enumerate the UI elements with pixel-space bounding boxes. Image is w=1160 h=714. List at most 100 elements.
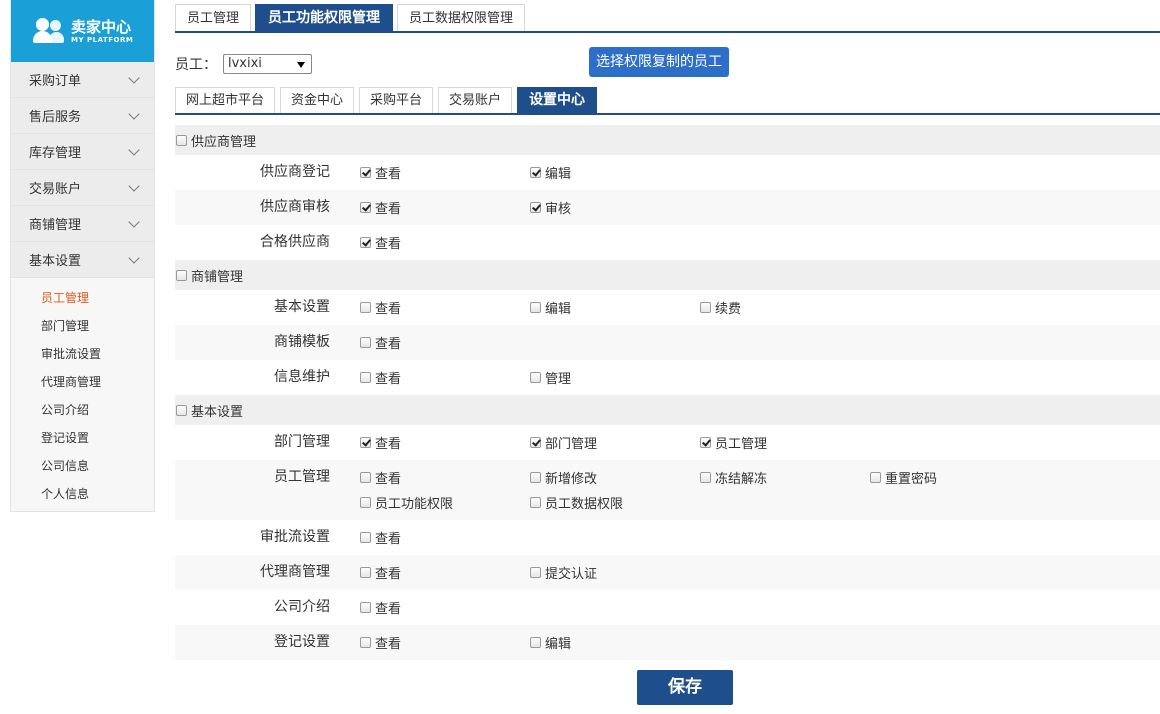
sidebar-subitem[interactable]: 公司信息 xyxy=(11,452,154,480)
permission-option-label: 编辑 xyxy=(545,637,572,652)
employee-select[interactable]: lvxixi xyxy=(223,54,312,74)
permission-name: 审批流设置 xyxy=(260,529,330,545)
permission-option[interactable]: 查看 xyxy=(360,230,530,255)
checkbox[interactable] xyxy=(360,372,371,383)
sidebar-subitem[interactable]: 部门管理 xyxy=(11,312,154,340)
sidebar-subitem[interactable]: 公司介绍 xyxy=(11,396,154,424)
permission-option[interactable]: 续费 xyxy=(700,295,870,320)
checkbox[interactable] xyxy=(870,472,881,483)
permission-option[interactable]: 查看 xyxy=(360,365,530,390)
checkbox[interactable] xyxy=(360,532,371,543)
sidebar-subitem[interactable]: 登记设置 xyxy=(11,424,154,452)
checkbox[interactable] xyxy=(700,472,711,483)
permission-row: 审批流设置 查看 xyxy=(175,520,1160,555)
sidebar-item[interactable]: 采购订单 xyxy=(11,62,154,98)
checkbox[interactable] xyxy=(530,497,541,508)
copy-permissions-button[interactable]: 选择权限复制的员工 xyxy=(589,47,729,77)
permission-option[interactable]: 查看 xyxy=(360,465,530,490)
permission-option[interactable]: 重置密码 xyxy=(870,465,1040,490)
permission-option[interactable]: 编辑 xyxy=(530,160,700,185)
checkbox[interactable] xyxy=(176,269,187,281)
permission-option[interactable]: 查看 xyxy=(360,595,530,620)
sub-tab[interactable]: 资金中心 xyxy=(280,87,355,113)
checkbox[interactable] xyxy=(360,602,371,613)
permission-option[interactable]: 员工管理 xyxy=(700,430,870,455)
logo-title: 卖家中心 xyxy=(71,17,132,36)
checkbox-checked[interactable] xyxy=(360,437,371,448)
sidebar-item[interactable]: 交易账户 xyxy=(11,170,154,206)
permission-group-header: 供应商管理 xyxy=(175,125,1160,155)
permission-row: 部门管理 查看 部门管理 员工管理 xyxy=(175,425,1160,460)
checkbox-checked[interactable] xyxy=(360,167,371,178)
sidebar-item[interactable]: 库存管理 xyxy=(11,134,154,170)
permission-option[interactable]: 提交认证 xyxy=(530,560,700,585)
permission-option-label: 编辑 xyxy=(545,302,572,317)
checkbox[interactable] xyxy=(530,637,541,648)
permission-group-header: 商铺管理 xyxy=(175,260,1160,290)
checkbox[interactable] xyxy=(530,302,541,313)
checkbox[interactable] xyxy=(360,567,371,578)
sidebar-subitem[interactable]: 员工管理 xyxy=(11,284,154,312)
top-tabs-divider xyxy=(175,31,1160,33)
sidebar-subitem[interactable]: 代理商管理 xyxy=(11,368,154,396)
checkbox[interactable] xyxy=(360,337,371,348)
sidebar-subitem[interactable]: 审批流设置 xyxy=(11,340,154,368)
permission-row: 信息维护 查看 管理 xyxy=(175,360,1160,395)
permission-option[interactable]: 查看 xyxy=(360,330,530,355)
permission-row: 员工管理 查看 新增修改 冻结解冻 重置密码 员工功能权限 员工数据权限 xyxy=(175,460,1160,520)
sidebar-item[interactable]: 售后服务 xyxy=(11,98,154,134)
sidebar-item[interactable]: 基本设置 xyxy=(11,242,154,278)
permission-name: 商铺模板 xyxy=(274,334,330,350)
permission-option[interactable]: 冻结解冻 xyxy=(700,465,870,490)
sidebar-subitem[interactable]: 个人信息 xyxy=(11,480,154,508)
permission-option[interactable]: 查看 xyxy=(360,430,530,455)
sub-tab[interactable]: 采购平台 xyxy=(359,87,434,113)
permission-option[interactable]: 查看 xyxy=(360,630,530,655)
permission-option[interactable]: 查看 xyxy=(360,560,530,585)
permission-option[interactable]: 员工数据权限 xyxy=(530,490,700,515)
permission-option[interactable]: 审核 xyxy=(530,195,700,220)
permission-option[interactable]: 部门管理 xyxy=(530,430,700,455)
permission-row: 公司介绍 查看 xyxy=(175,590,1160,625)
checkbox[interactable] xyxy=(530,472,541,483)
caret-down-icon xyxy=(297,62,305,68)
top-tab[interactable]: 员工功能权限管理 xyxy=(255,4,394,32)
checkbox[interactable] xyxy=(360,302,371,313)
sub-tab[interactable]: 交易账户 xyxy=(438,87,513,113)
permission-row: 基本设置 查看 编辑 续费 xyxy=(175,290,1160,325)
checkbox[interactable] xyxy=(176,404,187,416)
sub-tab[interactable]: 网上超市平台 xyxy=(175,87,276,113)
checkbox[interactable] xyxy=(530,567,541,578)
checkbox-checked[interactable] xyxy=(530,437,541,448)
checkbox[interactable] xyxy=(360,637,371,648)
checkbox[interactable] xyxy=(360,497,371,508)
permission-option[interactable]: 查看 xyxy=(360,295,530,320)
checkbox-checked[interactable] xyxy=(360,202,371,213)
chevron-down-icon xyxy=(128,143,140,156)
save-button[interactable]: 保存 xyxy=(637,670,733,705)
permission-option[interactable]: 管理 xyxy=(530,365,700,390)
checkbox-checked[interactable] xyxy=(530,167,541,178)
permission-option[interactable]: 员工功能权限 xyxy=(360,490,530,515)
checkbox-checked[interactable] xyxy=(360,237,371,248)
sidebar-item-label: 基本设置 xyxy=(29,254,82,269)
permission-option[interactable]: 新增修改 xyxy=(530,465,700,490)
top-tab[interactable]: 员工管理 xyxy=(175,4,252,32)
sub-tab[interactable]: 设置中心 xyxy=(517,87,598,114)
top-tab[interactable]: 员工数据权限管理 xyxy=(397,4,526,32)
permission-option[interactable]: 查看 xyxy=(360,195,530,220)
permission-option[interactable]: 查看 xyxy=(360,160,530,185)
sidebar-item[interactable]: 商铺管理 xyxy=(11,206,154,242)
checkbox-checked[interactable] xyxy=(530,202,541,213)
checkbox[interactable] xyxy=(530,372,541,383)
sidebar-item-label: 售后服务 xyxy=(29,110,82,125)
permission-option[interactable]: 编辑 xyxy=(530,295,700,320)
permission-option[interactable]: 编辑 xyxy=(530,630,700,655)
permission-option-label: 查看 xyxy=(375,372,402,387)
checkbox[interactable] xyxy=(176,134,187,146)
checkbox-checked[interactable] xyxy=(700,437,711,448)
permission-group-title: 基本设置 xyxy=(191,404,244,420)
checkbox[interactable] xyxy=(700,302,711,313)
permission-option[interactable]: 查看 xyxy=(360,525,530,550)
checkbox[interactable] xyxy=(360,472,371,483)
